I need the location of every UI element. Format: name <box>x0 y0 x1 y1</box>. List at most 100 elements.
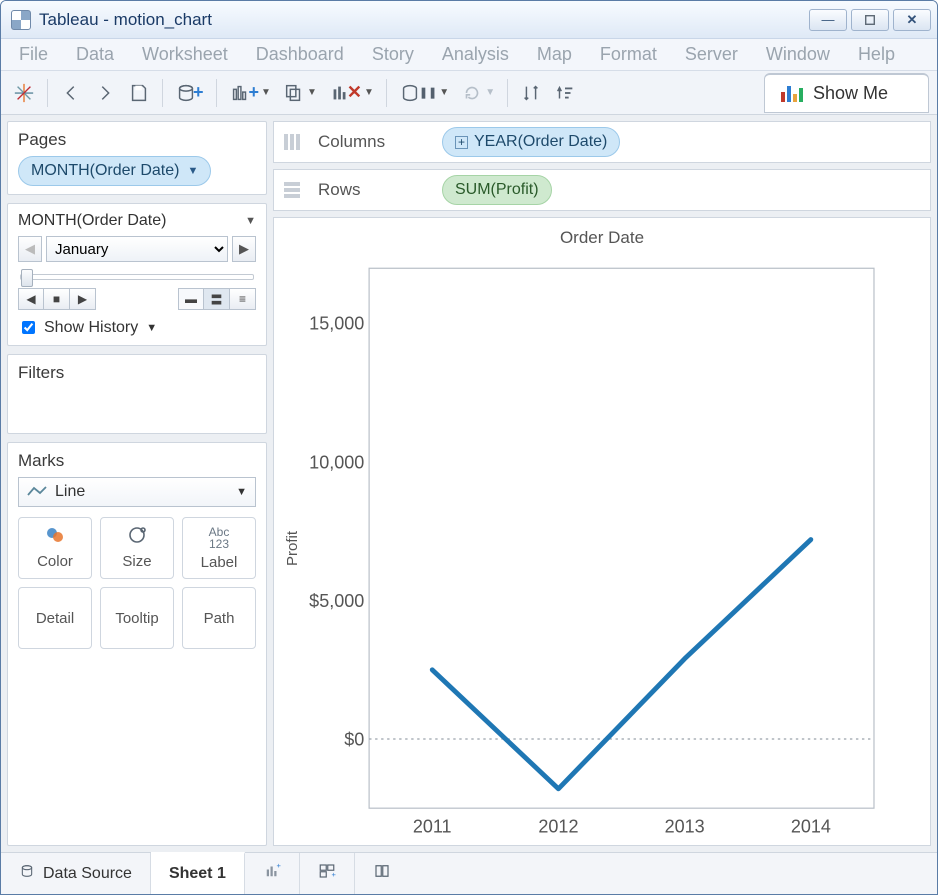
speed-slow-button[interactable]: ▬ <box>178 288 204 310</box>
toolbar: + +▼ ▼ ✕▼ ❚❚▼ ▼ <box>1 71 937 115</box>
ytick-2: $5,000 <box>309 591 364 611</box>
forward-button[interactable] <box>90 78 120 108</box>
columns-pill[interactable]: + YEAR(Order Date) <box>442 127 620 157</box>
marks-card: Marks Line ▼ Color <box>7 442 267 846</box>
page-month-select[interactable]: January <box>46 236 228 262</box>
ytick-1: $10,000 <box>309 452 364 472</box>
play-back-button[interactable]: ◀ <box>18 288 44 310</box>
app-window: Tableau - motion_chart — ✕ File Data Wor… <box>0 0 938 895</box>
label-icon: Abc123 <box>209 526 230 550</box>
menu-data[interactable]: Data <box>64 40 126 69</box>
minimize-button[interactable]: — <box>809 9 847 31</box>
marks-type-select[interactable]: Line ▼ <box>18 477 256 507</box>
menu-map[interactable]: Map <box>525 40 584 69</box>
maximize-button[interactable] <box>851 9 889 31</box>
sheet-tabs: Data Source Sheet 1 + + <box>1 852 937 894</box>
menu-bar: File Data Worksheet Dashboard Story Anal… <box>1 39 937 71</box>
pages-shelf: Pages MONTH(Order Date) ▼ <box>7 121 267 195</box>
rows-label: Rows <box>318 180 428 200</box>
plot-area[interactable]: $15,000 $10,000 $5,000 $0 <box>309 256 886 845</box>
title-bar: Tableau - motion_chart — ✕ <box>1 1 937 39</box>
menu-file[interactable]: File <box>7 40 60 69</box>
sort-asc-button[interactable] <box>550 78 580 108</box>
page-field-label: MONTH(Order Date) <box>18 212 166 230</box>
marks-detail-button[interactable]: Detail <box>18 587 92 649</box>
columns-shelf[interactable]: Columns + YEAR(Order Date) <box>273 121 931 163</box>
marks-size-button[interactable]: Size <box>100 517 174 579</box>
pause-updates-button[interactable]: ❚❚▼ <box>395 78 453 108</box>
columns-icon <box>284 134 304 150</box>
chevron-down-icon: ▼ <box>236 486 247 498</box>
app-icon <box>11 10 31 30</box>
expand-icon: + <box>455 136 468 149</box>
new-worksheet-button[interactable]: +▼ <box>225 78 275 108</box>
menu-help[interactable]: Help <box>846 40 907 69</box>
show-me-button[interactable]: Show Me <box>764 73 929 113</box>
marks-color-button[interactable]: Color <box>18 517 92 579</box>
chevron-down-icon[interactable]: ▼ <box>245 215 256 227</box>
workspace: Pages MONTH(Order Date) ▼ MONTH(Order Da… <box>1 115 937 852</box>
filters-shelf[interactable]: Filters <box>7 354 267 434</box>
size-icon <box>126 526 148 549</box>
new-story-icon <box>373 862 391 885</box>
menu-server[interactable]: Server <box>673 40 750 69</box>
marks-tooltip-button[interactable]: Tooltip <box>100 587 174 649</box>
rows-pill[interactable]: SUM(Profit) <box>442 175 552 205</box>
slider-thumb[interactable] <box>21 269 33 287</box>
xtick-3: 2014 <box>791 817 831 837</box>
menu-story[interactable]: Story <box>360 40 426 69</box>
play-fwd-button[interactable]: ▶ <box>70 288 96 310</box>
back-button[interactable] <box>56 78 86 108</box>
menu-analysis[interactable]: Analysis <box>430 40 521 69</box>
marks-title: Marks <box>18 451 256 471</box>
svg-text:+: + <box>276 862 281 870</box>
new-dashboard-tab[interactable]: + <box>300 853 355 894</box>
tab-data-source[interactable]: Data Source <box>1 853 151 894</box>
color-icon <box>44 526 66 549</box>
pages-pill-label: MONTH(Order Date) <box>31 162 179 180</box>
tab-sheet-1-label: Sheet 1 <box>169 865 226 883</box>
speed-fast-button[interactable]: ≡ <box>230 288 256 310</box>
view-area: Columns + YEAR(Order Date) Rows SUM(Prof… <box>273 121 931 846</box>
page-playback-card: MONTH(Order Date) ▼ ◀ January ▶ ◀ ■ <box>7 203 267 346</box>
page-prev-button[interactable]: ◀ <box>18 236 42 262</box>
svg-text:+: + <box>331 870 336 879</box>
show-history-checkbox[interactable] <box>22 321 35 334</box>
new-story-tab[interactable] <box>355 853 409 894</box>
play-stop-button[interactable]: ■ <box>44 288 70 310</box>
duplicate-sheet-button[interactable]: ▼ <box>279 78 321 108</box>
tableau-logo-icon[interactable] <box>9 78 39 108</box>
chart-title: Order Date <box>274 218 930 252</box>
menu-window[interactable]: Window <box>754 40 842 69</box>
new-datasource-button[interactable]: + <box>171 78 208 108</box>
rows-pill-label: SUM(Profit) <box>455 181 539 199</box>
xtick-0: 2011 <box>413 817 452 837</box>
pages-pill[interactable]: MONTH(Order Date) ▼ <box>18 156 211 186</box>
show-history-label: Show History <box>44 319 138 337</box>
show-me-label: Show Me <box>813 83 888 104</box>
new-worksheet-tab[interactable]: + <box>245 853 300 894</box>
menu-format[interactable]: Format <box>588 40 669 69</box>
refresh-button[interactable]: ▼ <box>457 78 499 108</box>
tab-sheet-1[interactable]: Sheet 1 <box>151 852 245 894</box>
show-me-icon <box>781 84 803 102</box>
marks-label-button[interactable]: Abc123 Label <box>182 517 256 579</box>
menu-worksheet[interactable]: Worksheet <box>130 40 240 69</box>
chevron-down-icon: ▼ <box>187 165 198 177</box>
marks-path-button[interactable]: Path <box>182 587 256 649</box>
page-next-button[interactable]: ▶ <box>232 236 256 262</box>
page-slider[interactable] <box>20 274 254 280</box>
filters-title: Filters <box>18 363 256 383</box>
swap-button[interactable] <box>516 78 546 108</box>
y-axis-label: Profit <box>280 531 305 566</box>
chevron-down-icon[interactable]: ▼ <box>146 322 157 334</box>
menu-dashboard[interactable]: Dashboard <box>244 40 356 69</box>
rows-shelf[interactable]: Rows SUM(Profit) <box>273 169 931 211</box>
ytick-3: $0 <box>344 729 364 749</box>
save-button[interactable] <box>124 78 154 108</box>
tab-data-source-label: Data Source <box>43 865 132 883</box>
speed-med-button[interactable]: 〓 <box>204 288 230 310</box>
clear-sheet-button[interactable]: ✕▼ <box>325 78 378 108</box>
chart-line <box>432 540 811 789</box>
close-button[interactable]: ✕ <box>893 9 931 31</box>
